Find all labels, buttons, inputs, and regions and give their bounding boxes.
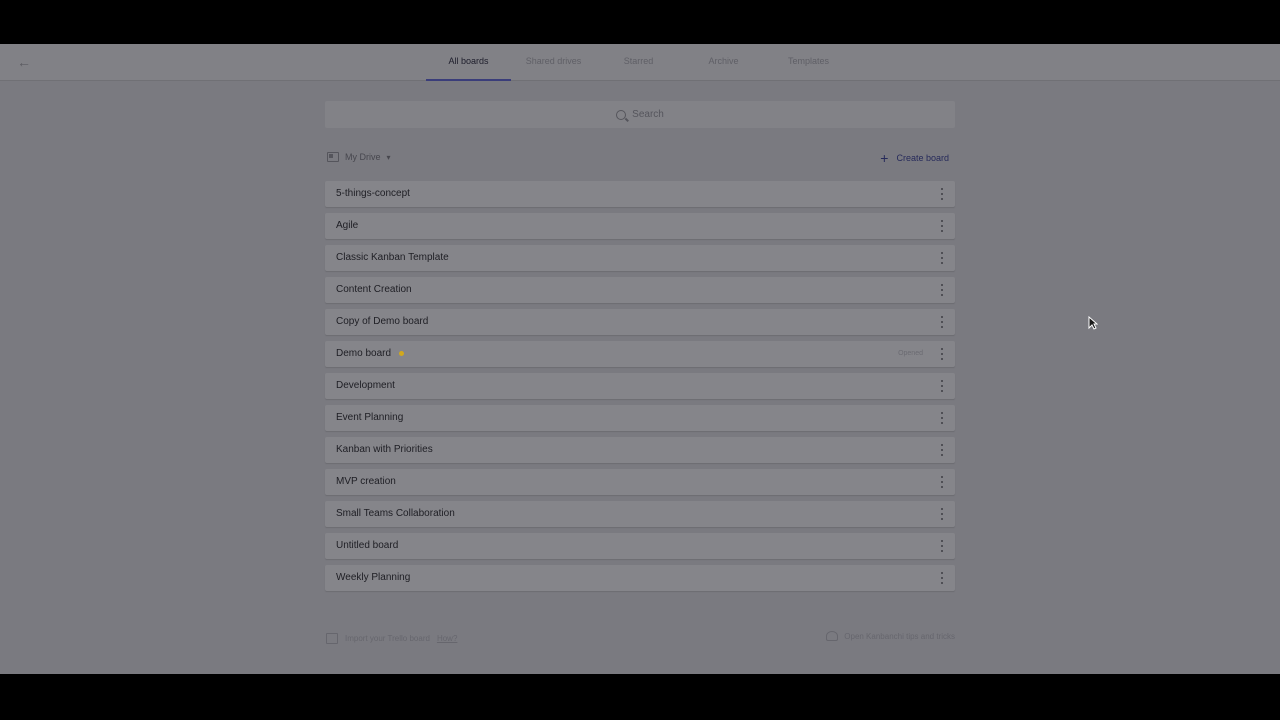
board-title: Copy of Demo board	[336, 316, 429, 327]
more-vertical-icon[interactable]	[939, 316, 945, 328]
search-input[interactable]: Search	[325, 101, 955, 128]
board-title: Classic Kanban Template	[336, 252, 449, 263]
board-title: Content Creation	[336, 284, 412, 295]
star-icon	[399, 350, 405, 356]
board-list: 5-things-concept Agile Classic Kanban Te…	[325, 181, 955, 597]
board-row[interactable]: Demo board Opened	[325, 341, 955, 367]
section-header: My Drive ▾ + Create board	[325, 150, 955, 170]
create-board-button[interactable]: + Create board	[880, 150, 949, 166]
how-link[interactable]: How?	[437, 634, 457, 643]
graduation-cap-icon	[826, 631, 839, 641]
board-title: Small Teams Collaboration	[336, 508, 455, 519]
more-vertical-icon[interactable]	[939, 444, 945, 456]
mouse-cursor-icon	[1088, 316, 1098, 330]
import-text: Import your Trello board	[345, 634, 430, 643]
board-row[interactable]: Weekly Planning	[325, 565, 955, 591]
board-row[interactable]: Event Planning	[325, 405, 955, 431]
tab-archive[interactable]: Archive	[681, 44, 766, 81]
tab-templates[interactable]: Templates	[766, 44, 851, 81]
create-board-label: Create board	[896, 153, 949, 163]
tips-link[interactable]: Open Kanbanchi tips and tricks	[826, 631, 955, 641]
opened-badge: Opened	[898, 350, 923, 357]
board-row[interactable]: Copy of Demo board	[325, 309, 955, 335]
board-title: Weekly Planning	[336, 572, 411, 583]
drive-label: My Drive	[345, 152, 381, 162]
tab-all-boards[interactable]: All boards	[426, 44, 511, 81]
plus-icon: +	[880, 150, 889, 166]
search-placeholder: Search	[632, 109, 664, 120]
letterbox-bottom	[0, 674, 1280, 720]
board-title: Agile	[336, 220, 359, 231]
board-title-wrap: Demo board	[336, 341, 405, 367]
tab-starred[interactable]: Starred	[596, 44, 681, 81]
top-bar: ← All boards Shared drives Starred Archi…	[0, 44, 1280, 81]
more-vertical-icon[interactable]	[939, 572, 945, 584]
tips-text: Open Kanbanchi tips and tricks	[844, 631, 955, 641]
board-row[interactable]: Small Teams Collaboration	[325, 501, 955, 527]
search-icon	[616, 109, 627, 120]
tab-shared-drives[interactable]: Shared drives	[511, 44, 596, 81]
import-trello: Import your Trello board How?	[326, 633, 457, 644]
board-title: Demo board	[336, 348, 392, 359]
board-row[interactable]: Classic Kanban Template	[325, 245, 955, 271]
app-window: ← All boards Shared drives Starred Archi…	[0, 44, 1280, 674]
drive-selector[interactable]: My Drive ▾	[327, 152, 391, 162]
drive-icon	[327, 152, 339, 162]
board-row[interactable]: Development	[325, 373, 955, 399]
more-vertical-icon[interactable]	[939, 380, 945, 392]
board-row[interactable]: Kanban with Priorities	[325, 437, 955, 463]
board-tabs: All boards Shared drives Starred Archive…	[426, 44, 851, 81]
more-vertical-icon[interactable]	[939, 412, 945, 424]
board-row[interactable]: Content Creation	[325, 277, 955, 303]
letterbox-top	[0, 0, 1280, 44]
board-title: MVP creation	[336, 476, 396, 487]
board-title: Untitled board	[336, 540, 399, 551]
board-row[interactable]: Agile	[325, 213, 955, 239]
more-vertical-icon[interactable]	[939, 348, 945, 360]
board-title: 5-things-concept	[336, 188, 410, 199]
board-title: Development	[336, 380, 395, 391]
back-arrow-icon[interactable]: ←	[14, 52, 34, 72]
more-vertical-icon[interactable]	[939, 284, 945, 296]
more-vertical-icon[interactable]	[939, 188, 945, 200]
board-row[interactable]: 5-things-concept	[325, 181, 955, 207]
more-vertical-icon[interactable]	[939, 508, 945, 520]
more-vertical-icon[interactable]	[939, 540, 945, 552]
more-vertical-icon[interactable]	[939, 252, 945, 264]
chevron-down-icon: ▾	[386, 152, 391, 162]
more-vertical-icon[interactable]	[939, 476, 945, 488]
board-title: Kanban with Priorities	[336, 444, 433, 455]
board-row[interactable]: Untitled board	[325, 533, 955, 559]
trello-icon	[326, 633, 338, 644]
board-title: Event Planning	[336, 412, 404, 423]
more-vertical-icon[interactable]	[939, 220, 945, 232]
board-row[interactable]: MVP creation	[325, 469, 955, 495]
